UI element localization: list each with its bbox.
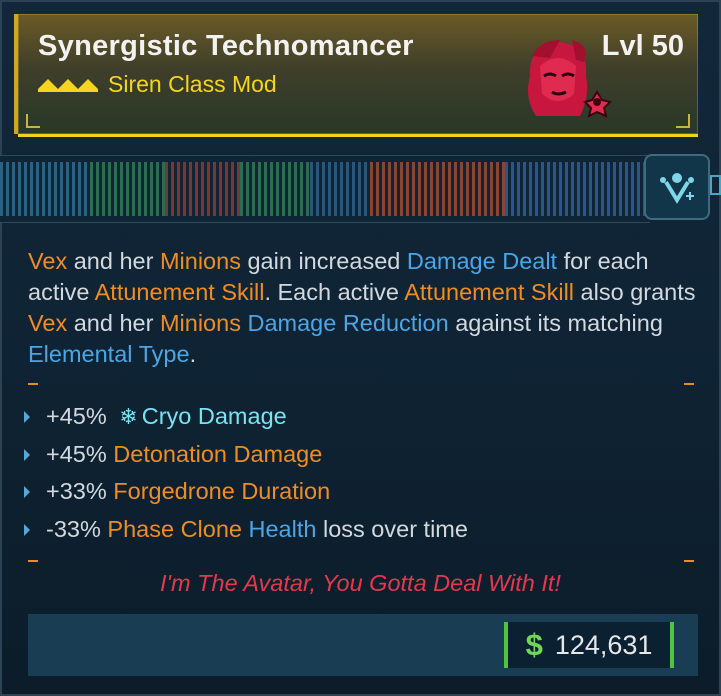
keyword-elemental-type: Elemental Type [28, 341, 190, 367]
skill-stripes [0, 162, 650, 216]
siren-vex-portrait-icon [528, 40, 612, 118]
item-description: Vex and her Minions gain increased Damag… [28, 246, 698, 370]
rarity-row: Siren Class Mod [38, 70, 277, 98]
flavor-text: I'm The Avatar, You Gotta Deal With It! [160, 570, 561, 596]
bullet-arrow-icon [24, 448, 30, 461]
class-mod-label: Siren Class Mod [108, 70, 277, 97]
keyword-vex: Vex [28, 248, 68, 274]
divider-bottom [28, 556, 694, 566]
keyword-minions: Minions [159, 248, 241, 274]
keyword-damage-dealt: Damage Dealt [406, 248, 558, 274]
item-name: Synergistic Technomancer [38, 30, 414, 62]
price-amount: 124,631 [554, 629, 653, 660]
keyword-damage-reduction: Damage Reduction [247, 310, 449, 336]
stat-label-cryo: Cryo Damage [141, 403, 287, 429]
stat-label-suffix: loss over time [322, 515, 468, 542]
desc-text: and her [67, 310, 160, 336]
bullet-arrow-icon [24, 411, 30, 423]
keyword-vex: Vex [28, 310, 68, 336]
bullet-arrow-icon [24, 523, 30, 536]
snowflake-icon: ❄ [119, 404, 138, 429]
header-corner-right [676, 114, 690, 128]
header-edge [14, 14, 18, 134]
stat-value: +45% [46, 403, 107, 429]
stat-row: +45% Detonation Damage [22, 436, 712, 474]
stat-value: +33% [46, 478, 107, 504]
item-card: Synergistic Technomancer Lvl 50 Siren Cl… [0, 0, 721, 696]
desc-text: . Each active [264, 279, 405, 305]
keyword-attunement-skill: Attunement Skill [94, 279, 265, 305]
stat-label: Forgedrone Duration [113, 478, 331, 504]
header-corner-left [26, 114, 40, 128]
desc-text: against its matching [448, 310, 663, 336]
dollar-icon: $ [525, 627, 543, 662]
keyword-attunement-skill: Attunement Skill [404, 279, 575, 305]
desc-text: also grants [574, 279, 696, 305]
desc-text: and her [67, 248, 160, 274]
keyword-minions: Minions [159, 310, 241, 336]
stat-label: Detonation Damage [113, 440, 323, 467]
stat-list: +45% ❄ Cryo Damage +45% Detonation Damage… [22, 398, 712, 548]
price-footer: $ 124,631 [28, 614, 698, 676]
stat-row: -33% Phase Clone Health loss over time [22, 511, 712, 549]
price-box: $ 124,631 [504, 622, 674, 668]
skill-stripe-band [0, 155, 650, 223]
item-header: Synergistic Technomancer Lvl 50 Siren Cl… [14, 14, 698, 137]
bullet-arrow-icon [24, 486, 30, 498]
divider-top [28, 379, 694, 389]
desc-text: . [189, 341, 197, 367]
stat-row: +33% Forgedrone Duration [22, 473, 712, 511]
stat-value: +45% [46, 440, 107, 467]
legendary-chevrons-icon [38, 79, 98, 92]
desc-text: gain increased [240, 248, 407, 274]
skill-band-edge [710, 175, 721, 195]
skill-badge[interactable] [644, 154, 710, 220]
minion-skill-icon [660, 173, 694, 204]
stat-label: Phase Clone [107, 515, 242, 542]
stat-row: +45% ❄ Cryo Damage [22, 398, 712, 436]
stat-value: -33% [46, 515, 101, 542]
stat-label-health: Health [248, 515, 317, 542]
